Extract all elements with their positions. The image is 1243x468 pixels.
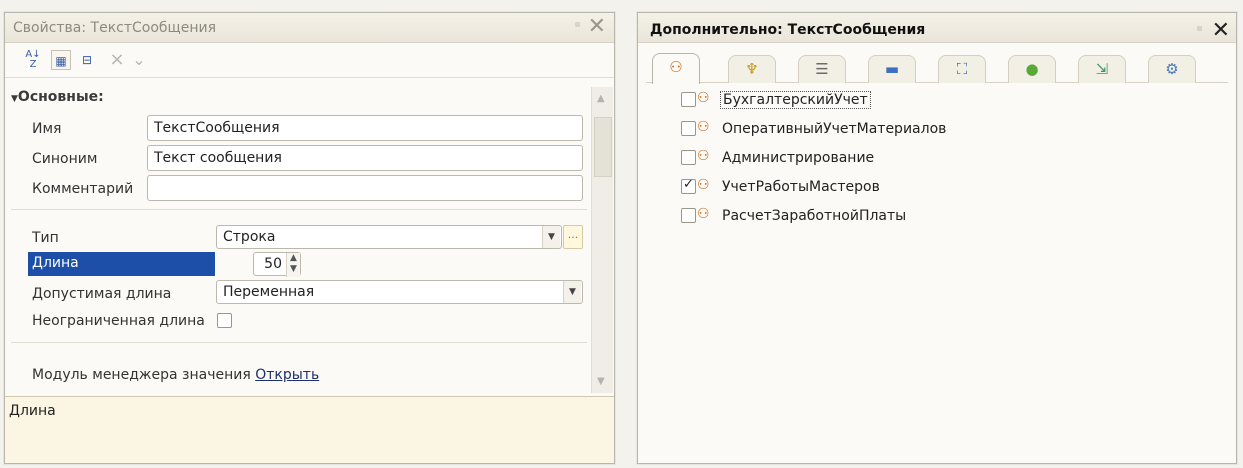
subsystem-label: РасчетЗаработнойПлаты: [722, 208, 907, 224]
list-icon: ☰: [815, 60, 829, 78]
pin-icon[interactable]: [1197, 26, 1202, 31]
type-dropdown-icon[interactable]: ▼: [542, 226, 560, 248]
close-icon[interactable]: ✕: [1212, 19, 1230, 43]
minus-icon: ▬: [884, 60, 900, 78]
allowed-length-label: Допустимая длина: [32, 286, 172, 302]
tab-minus[interactable]: ▬: [868, 55, 916, 83]
type-value: Строка: [223, 229, 276, 245]
allowed-length-dropdown-icon[interactable]: ▼: [563, 281, 581, 303]
structure-icon: ⛶: [956, 60, 968, 78]
scroll-up-icon[interactable]: ▲: [597, 93, 605, 104]
length-label: Длина: [28, 252, 215, 276]
type-field[interactable]: Строка ▼: [216, 225, 562, 249]
section-divider-2: [11, 342, 587, 343]
clear-icon[interactable]: ×: [107, 50, 127, 70]
extra-panel: Дополнительно: ТекстСообщения ✕ ⚇ ♆ ☰ ▬ …: [637, 12, 1237, 464]
subsystem-checkbox[interactable]: [681, 121, 696, 136]
subsystem-icon: ⚇: [697, 148, 710, 164]
key-icon: ♆: [745, 60, 759, 78]
synonym-label: Синоним: [32, 151, 98, 167]
subsystems-icon: ⚇: [669, 58, 683, 76]
type-more-button[interactable]: ...: [563, 225, 583, 249]
subsystem-label: БухгалтерскийУчет: [720, 91, 871, 109]
categories-icon[interactable]: ▦: [51, 50, 71, 70]
value-manager-module-label: Модуль менеджера значения Открыть: [32, 367, 320, 383]
tab-subsystems[interactable]: ⚇: [652, 53, 700, 84]
properties-title: Свойства: ТекстСообщения: [13, 20, 217, 36]
collapse-icon[interactable]: ▼: [11, 94, 18, 104]
length-field[interactable]: 50 ▲ ▼: [253, 252, 301, 277]
subsystem-icon: ⚇: [697, 177, 710, 193]
tab-functional-options[interactable]: ☰: [798, 55, 846, 83]
filter-icon[interactable]: ⊟: [77, 50, 97, 70]
property-description: Длина: [5, 396, 614, 463]
section-header-main[interactable]: ▼Основные:: [11, 89, 104, 105]
subsystem-checkbox[interactable]: [681, 208, 696, 223]
chevron-down-icon[interactable]: ⌄: [129, 50, 149, 70]
subsystem-label: УчетРаботыМастеров: [722, 179, 880, 195]
extra-title: Дополнительно: ТекстСообщения: [650, 22, 926, 38]
scroll-down-icon[interactable]: ▼: [597, 376, 605, 387]
green-circle-icon: ●: [1025, 60, 1039, 78]
subsystem-checkbox[interactable]: [681, 92, 696, 107]
properties-scrollbar[interactable]: ▲ ▼: [591, 87, 613, 393]
subsystem-label: Администрирование: [722, 150, 875, 166]
section-divider: [11, 209, 587, 210]
name-field[interactable]: ТекстСообщения: [147, 115, 583, 141]
synonym-field[interactable]: Текст сообщения: [147, 145, 583, 171]
allowed-length-field[interactable]: Переменная ▼: [216, 280, 583, 304]
type-label: Тип: [32, 230, 59, 246]
subsystem-label: ОперативныйУчетМатериалов: [722, 121, 947, 137]
properties-panel: Свойства: ТекстСообщения ✕ A↓ Z ▦ ⊟ × ⌄ ▼…: [4, 12, 615, 464]
properties-list: ▼Основные: Имя ТекстСообщения Синоним Те…: [5, 87, 591, 393]
name-label: Имя: [32, 121, 62, 137]
comment-label: Комментарий: [32, 181, 134, 197]
pin-icon[interactable]: [575, 22, 580, 27]
subsystem-checkbox[interactable]: [681, 150, 696, 165]
tab-settings[interactable]: ⚙: [1148, 55, 1196, 83]
scrollbar-thumb[interactable]: [594, 117, 612, 177]
extra-titlebar: Дополнительно: ТекстСообщения ✕: [638, 13, 1236, 43]
tab-roles[interactable]: ♆: [728, 55, 776, 83]
tab-structure[interactable]: ⛶: [938, 55, 986, 83]
allowed-length-value: Переменная: [223, 284, 315, 300]
length-value: 50: [264, 256, 282, 272]
unlimited-length-checkbox[interactable]: [217, 313, 232, 328]
subsystem-icon: ⚇: [697, 206, 710, 222]
length-spinner-icon[interactable]: ▲ ▼: [286, 253, 300, 277]
tab-green[interactable]: ●: [1008, 55, 1056, 83]
tab-import[interactable]: ⇲: [1078, 55, 1126, 83]
comment-field[interactable]: [147, 175, 583, 201]
subsystem-icon: ⚇: [697, 119, 710, 135]
properties-titlebar: Свойства: ТекстСообщения ✕: [5, 13, 614, 43]
unlimited-length-label: Неограниченная длина: [32, 313, 205, 329]
close-icon[interactable]: ✕: [588, 15, 606, 39]
subsystem-checkbox[interactable]: [681, 177, 696, 194]
subsystem-icon: ⚇: [697, 90, 710, 106]
settings-icon: ⚙: [1165, 60, 1179, 78]
sort-icon[interactable]: A↓ Z: [23, 50, 43, 70]
properties-toolbar: A↓ Z ▦ ⊟ × ⌄: [5, 44, 614, 78]
open-module-link[interactable]: Открыть: [255, 367, 319, 383]
import-icon: ⇲: [1095, 60, 1109, 78]
extra-tabs: ⚇ ♆ ☰ ▬ ⛶ ● ⇲ ⚙: [646, 51, 1228, 84]
